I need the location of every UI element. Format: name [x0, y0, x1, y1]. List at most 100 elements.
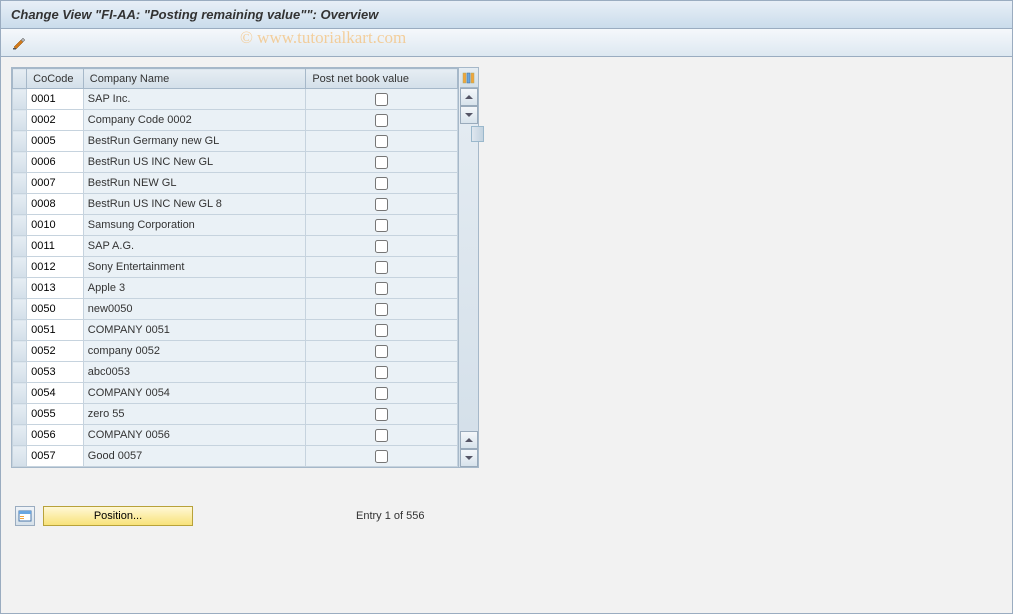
table-row: Apple 3 — [13, 278, 458, 299]
table-row: COMPANY 0056 — [13, 425, 458, 446]
row-handle[interactable] — [13, 152, 27, 173]
post-checkbox[interactable] — [375, 93, 388, 106]
cocode-input[interactable] — [27, 131, 83, 151]
config-tool-button[interactable] — [9, 33, 31, 53]
row-handle[interactable] — [13, 173, 27, 194]
cocode-input[interactable] — [27, 404, 83, 424]
toolbar — [1, 29, 1012, 57]
cocode-input[interactable] — [27, 383, 83, 403]
row-handle[interactable] — [13, 236, 27, 257]
cocode-input[interactable] — [27, 215, 83, 235]
position-icon-box[interactable] — [15, 506, 35, 526]
post-checkbox[interactable] — [375, 156, 388, 169]
page-title: Change View "FI-AA: "Posting remaining v… — [1, 1, 1012, 29]
post-checkbox[interactable] — [375, 429, 388, 442]
post-checkbox[interactable] — [375, 177, 388, 190]
company-name-cell: BestRun US INC New GL — [84, 154, 306, 170]
post-checkbox[interactable] — [375, 282, 388, 295]
table-container: CoCode Company Name Post net book value … — [11, 67, 479, 468]
column-header-name[interactable]: Company Name — [83, 69, 306, 89]
table-row: Company Code 0002 — [13, 110, 458, 131]
footer-bar: Position... Entry 1 of 556 — [11, 506, 1012, 526]
cocode-input[interactable] — [27, 236, 83, 256]
post-checkbox[interactable] — [375, 450, 388, 463]
table-header-row: CoCode Company Name Post net book value — [13, 69, 458, 89]
scroll-up-button[interactable] — [460, 88, 478, 106]
cocode-input[interactable] — [27, 341, 83, 361]
company-name-cell: SAP A.G. — [84, 238, 306, 254]
row-handle[interactable] — [13, 194, 27, 215]
row-handle[interactable] — [13, 110, 27, 131]
company-name-cell: Sony Entertainment — [84, 259, 306, 275]
row-handle[interactable] — [13, 278, 27, 299]
table-settings-button[interactable] — [460, 68, 478, 88]
cocode-input[interactable] — [27, 152, 83, 172]
cocode-input[interactable] — [27, 110, 83, 130]
table-row: BestRun US INC New GL 8 — [13, 194, 458, 215]
post-checkbox[interactable] — [375, 324, 388, 337]
content-area: CoCode Company Name Post net book value … — [1, 57, 1012, 526]
post-checkbox[interactable] — [375, 135, 388, 148]
vertical-scrollbar[interactable] — [458, 68, 478, 467]
scroll-down-button[interactable] — [460, 449, 478, 467]
cocode-input[interactable] — [27, 446, 83, 466]
cocode-input[interactable] — [27, 173, 83, 193]
cocode-input[interactable] — [27, 362, 83, 382]
cocode-input[interactable] — [27, 278, 83, 298]
cocode-input[interactable] — [27, 89, 83, 109]
row-handle[interactable] — [13, 89, 27, 110]
chevron-up-icon — [465, 437, 473, 443]
company-name-cell: BestRun US INC New GL 8 — [84, 196, 306, 212]
chevron-up-icon — [465, 94, 473, 100]
table-row: SAP A.G. — [13, 236, 458, 257]
company-name-cell: company 0052 — [84, 343, 306, 359]
company-name-cell: BestRun NEW GL — [84, 175, 306, 191]
position-icon — [18, 510, 32, 522]
company-name-cell: new0050 — [84, 301, 306, 317]
table-row: BestRun NEW GL — [13, 173, 458, 194]
row-handle[interactable] — [13, 131, 27, 152]
row-handle[interactable] — [13, 404, 27, 425]
company-name-cell: Apple 3 — [84, 280, 306, 296]
company-name-cell: zero 55 — [84, 406, 306, 422]
cocode-input[interactable] — [27, 320, 83, 340]
scroll-up-step-button[interactable] — [460, 431, 478, 449]
table-row: BestRun US INC New GL — [13, 152, 458, 173]
post-checkbox[interactable] — [375, 114, 388, 127]
row-handle[interactable] — [13, 446, 27, 467]
position-button[interactable]: Position... — [43, 506, 193, 526]
row-handle[interactable] — [13, 299, 27, 320]
cocode-input[interactable] — [27, 257, 83, 277]
row-handle[interactable] — [13, 341, 27, 362]
post-checkbox[interactable] — [375, 345, 388, 358]
table-row: COMPANY 0051 — [13, 320, 458, 341]
row-handle[interactable] — [13, 425, 27, 446]
post-checkbox[interactable] — [375, 198, 388, 211]
columns-icon — [462, 72, 476, 84]
cocode-input[interactable] — [27, 299, 83, 319]
row-handle[interactable] — [13, 383, 27, 404]
cocode-input[interactable] — [27, 194, 83, 214]
post-checkbox[interactable] — [375, 303, 388, 316]
scroll-down-step-button[interactable] — [460, 106, 478, 124]
company-name-cell: COMPANY 0054 — [84, 385, 306, 401]
post-checkbox[interactable] — [375, 261, 388, 274]
row-handle[interactable] — [13, 257, 27, 278]
scroll-thumb[interactable] — [471, 126, 484, 142]
row-handle-header[interactable] — [13, 69, 27, 89]
table-row: zero 55 — [13, 404, 458, 425]
column-header-cocode[interactable]: CoCode — [27, 69, 84, 89]
company-name-cell: SAP Inc. — [84, 91, 306, 107]
cocode-input[interactable] — [27, 425, 83, 445]
row-handle[interactable] — [13, 215, 27, 236]
table-row: COMPANY 0054 — [13, 383, 458, 404]
row-handle[interactable] — [13, 362, 27, 383]
post-checkbox[interactable] — [375, 408, 388, 421]
row-handle[interactable] — [13, 320, 27, 341]
column-header-post[interactable]: Post net book value — [306, 69, 458, 89]
chevron-down-icon — [465, 455, 473, 461]
post-checkbox[interactable] — [375, 387, 388, 400]
post-checkbox[interactable] — [375, 240, 388, 253]
post-checkbox[interactable] — [375, 219, 388, 232]
post-checkbox[interactable] — [375, 366, 388, 379]
